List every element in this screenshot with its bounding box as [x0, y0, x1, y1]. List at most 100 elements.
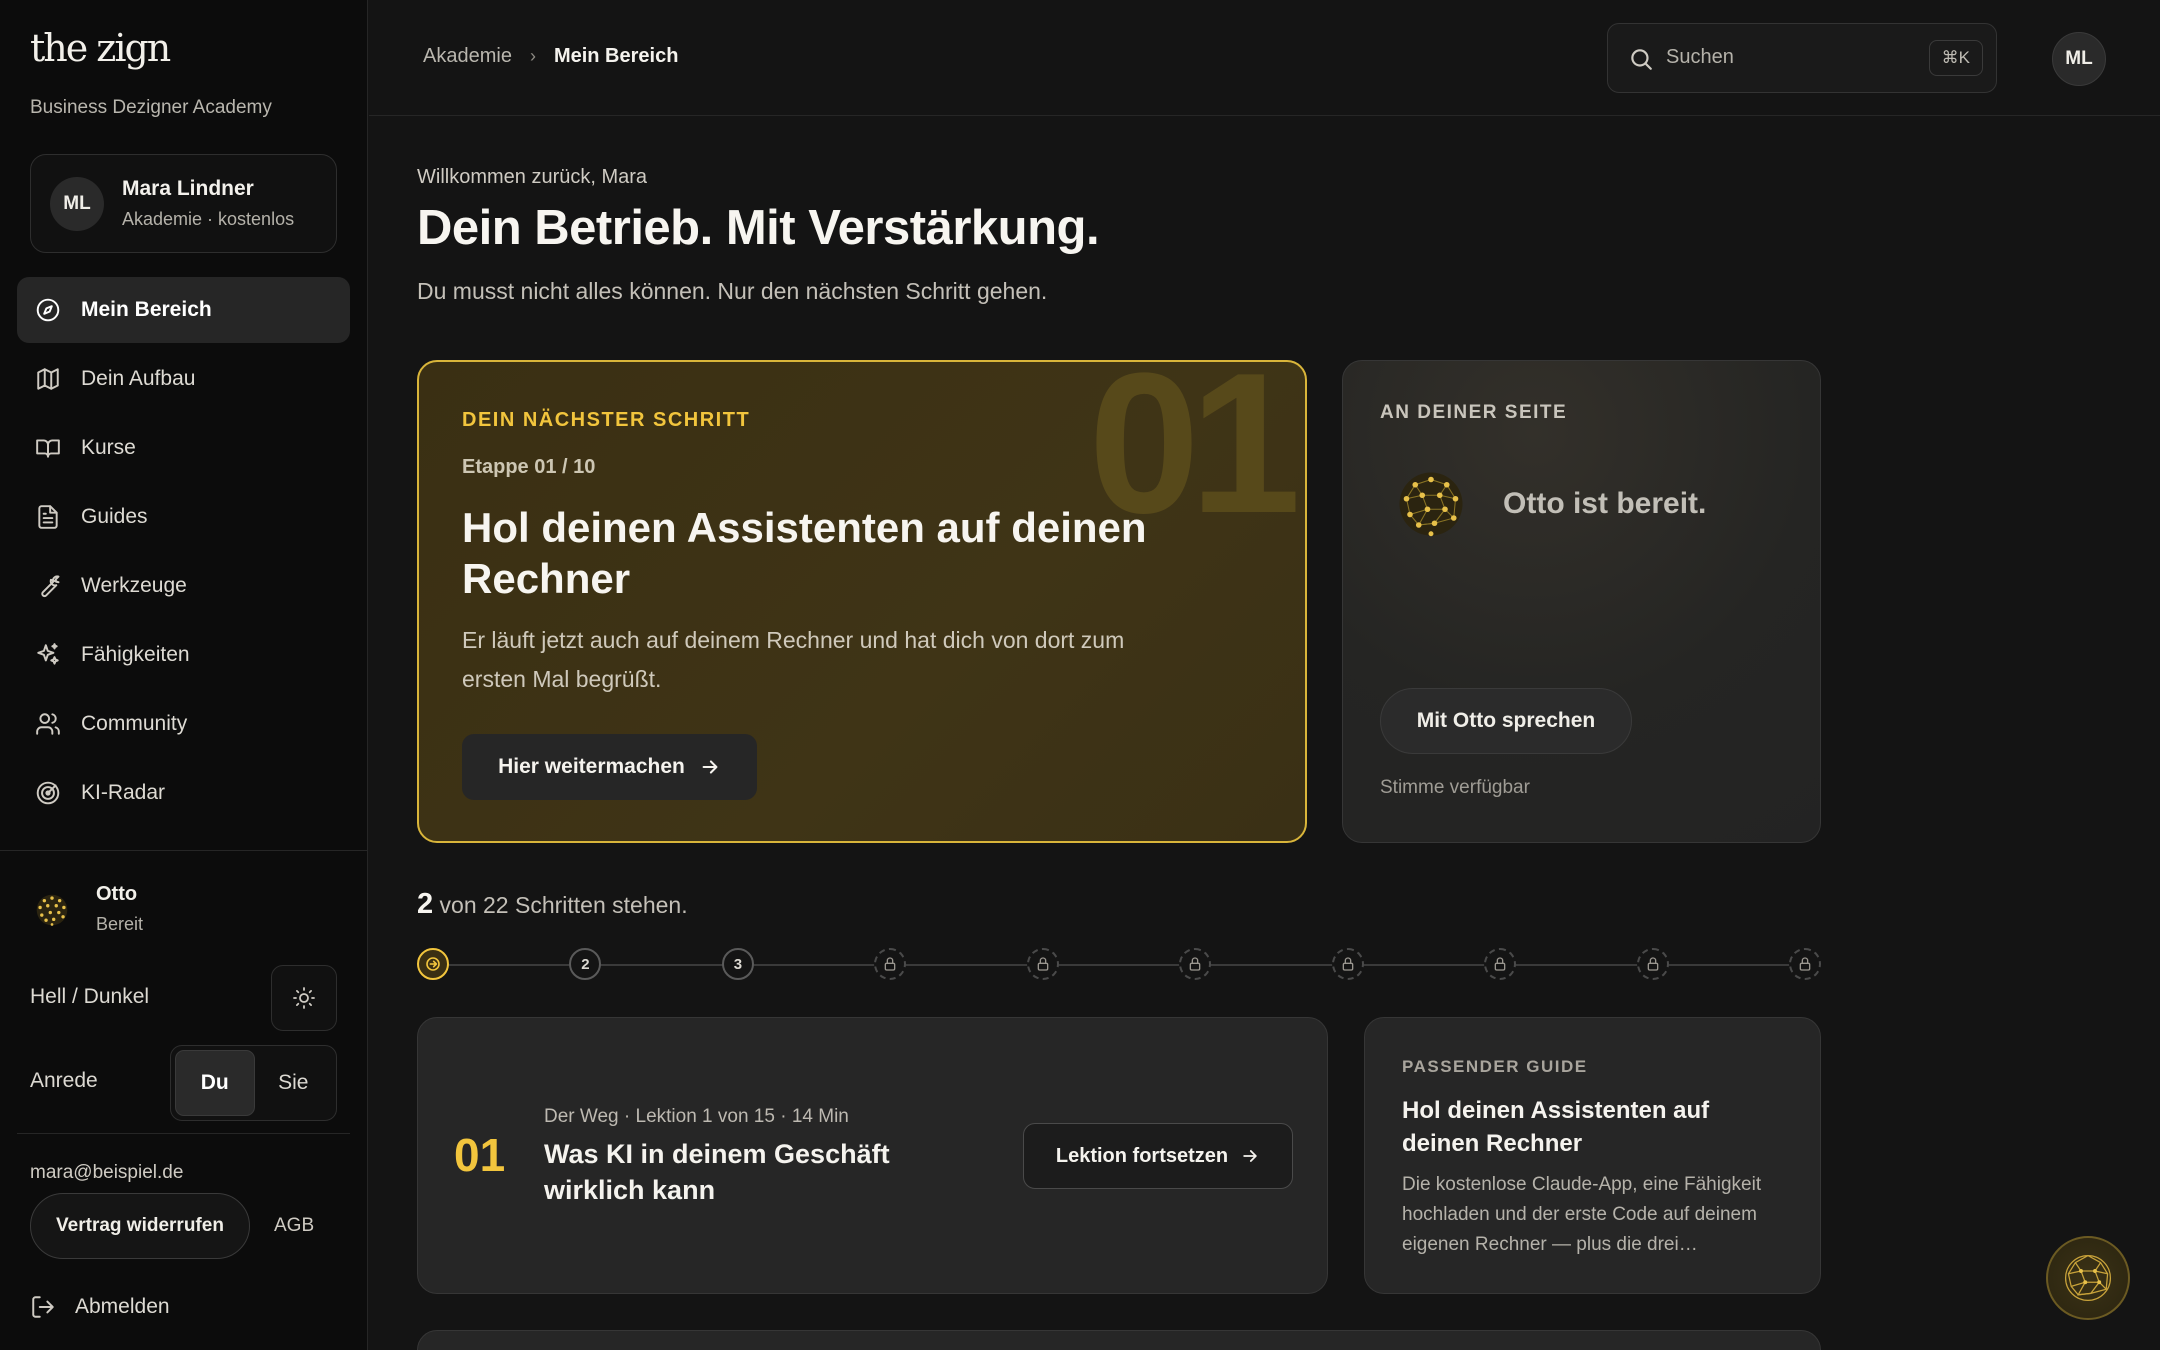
lock-icon	[884, 957, 896, 971]
avatar[interactable]: ML	[2052, 32, 2106, 86]
lesson-card: 01 Der Weg · Lektion 1 von 15 · 14 Min W…	[417, 1017, 1328, 1294]
theme-toggle-button[interactable]	[271, 965, 337, 1031]
sidebar: the zign Business Dezigner Academy ML Ma…	[0, 0, 368, 1350]
sparkles-icon	[35, 642, 61, 668]
otto-chat-button[interactable]	[2046, 1236, 2130, 1320]
user-plan: Akademie · kostenlos	[122, 209, 295, 229]
wrench-icon	[35, 573, 61, 599]
progress-text: von 22 Schritten stehen.	[439, 892, 688, 918]
guide-title: Hol deinen Assistenten auf deinen Rechne…	[1402, 1097, 1710, 1157]
assistant-card-kicker: AN DEINER SEITE	[1380, 402, 1568, 423]
progress-step-2[interactable]: 2	[569, 948, 602, 980]
lock-icon	[1647, 957, 1658, 971]
assistant-status[interactable]: Otto Bereit	[30, 881, 340, 941]
otto-orb-icon	[36, 894, 68, 926]
arrow-right-icon	[1243, 1150, 1257, 1162]
lock-icon	[1342, 957, 1353, 971]
next-step-stage: Etappe 01 / 10	[462, 456, 596, 478]
continue-lesson-label: Lektion fortsetzen	[1055, 1144, 1229, 1167]
agb-link[interactable]: AGB	[274, 1215, 314, 1237]
sidebar-item-label: KI-Radar	[81, 781, 166, 804]
radar-icon	[35, 780, 61, 806]
assistant-card: AN DEINER SEITE Otto ist bereit. Mit Ott…	[1342, 360, 1821, 843]
sidebar-item-label: Mein Bereich	[81, 298, 212, 321]
sidebar-item-community[interactable]: Community	[17, 691, 350, 757]
book-icon	[35, 435, 61, 461]
anrede-option-sie[interactable]: Sie	[255, 1050, 333, 1116]
welcome-text: Willkommen zurück, Mara	[417, 166, 648, 188]
assistant-state: Bereit	[96, 914, 144, 934]
account-email: mara@beispiel.de	[30, 1162, 184, 1183]
sun-icon	[293, 987, 315, 1009]
progress-step-8	[1484, 948, 1517, 980]
search-placeholder: Suchen	[1666, 46, 1734, 68]
brand-logo[interactable]: the zign	[30, 26, 171, 70]
guide-kicker: PASSENDER GUIDE	[1402, 1057, 1588, 1076]
sidebar-divider	[17, 1133, 350, 1134]
breadcrumb: Akademie › Mein Bereich	[423, 45, 678, 68]
sidebar-item-label: Community	[81, 712, 188, 735]
logout-label: Abmelden	[75, 1295, 170, 1318]
anrede-option-du[interactable]: Du	[175, 1050, 255, 1116]
sidebar-item-label: Kurse	[81, 436, 136, 459]
brand-tagline: Business Dezigner Academy	[30, 97, 272, 118]
progress-done-count: 2	[417, 888, 434, 920]
search-input[interactable]: Suchen ⌘K	[1607, 23, 1997, 93]
progress-step-7	[1331, 948, 1364, 980]
sidebar-item-werkzeuge[interactable]: Werkzeuge	[17, 553, 350, 619]
next-card-partial	[417, 1330, 1821, 1350]
page-subtitle: Du musst nicht alles können. Nur den näc…	[417, 278, 1048, 304]
progress-step-3[interactable]: 3	[721, 948, 754, 980]
progress-step-9	[1636, 948, 1669, 980]
document-icon	[35, 504, 61, 530]
progress-step-1[interactable]	[417, 948, 449, 980]
search-shortcut: ⌘K	[1928, 40, 1983, 76]
continue-button-label: Hier weitermachen	[498, 755, 685, 778]
continue-button[interactable]: Hier weitermachen	[462, 734, 757, 800]
lock-icon	[1037, 957, 1049, 971]
breadcrumb-akademie[interactable]: Akademie	[423, 45, 512, 68]
user-name: Mara Lindner	[122, 177, 254, 200]
voice-availability: Stimme verfügbar	[1380, 777, 1530, 798]
progress-track	[433, 964, 1803, 966]
lock-icon	[1189, 957, 1201, 971]
sidebar-item-label: Dein Aufbau	[81, 367, 196, 390]
sidebar-nav: Mein Bereich Dein Aufbau Kurse Guides We…	[17, 277, 350, 829]
sidebar-item-dein-aufbau[interactable]: Dein Aufbau	[17, 346, 350, 412]
users-icon	[35, 711, 61, 737]
topbar: Akademie › Mein Bereich Suchen ⌘K ML	[369, 0, 2160, 116]
progress-step-5	[1026, 948, 1059, 980]
lesson-number: 01	[454, 1129, 506, 1181]
logout-button[interactable]: Abmelden	[30, 1292, 170, 1322]
continue-lesson-button[interactable]: Lektion fortsetzen	[1023, 1123, 1293, 1189]
map-icon	[35, 366, 61, 392]
avatar: ML	[50, 177, 104, 231]
otto-orb-icon	[2064, 1254, 2112, 1302]
otto-orb-icon	[1399, 472, 1463, 537]
compass-icon	[35, 297, 61, 323]
theme-label: Hell / Dunkel	[30, 985, 150, 1008]
sidebar-item-label: Guides	[81, 505, 148, 528]
guide-description: Die kostenlose Claude-App, eine Fähigkei…	[1402, 1174, 1762, 1255]
next-step-card: 01 DEIN NÄCHSTER SCHRITT Etappe 01 / 10 …	[417, 360, 1307, 843]
sidebar-item-label: Werkzeuge	[81, 574, 187, 597]
user-card[interactable]: ML Mara Lindner Akademie · kostenlos	[30, 154, 337, 253]
sidebar-item-guides[interactable]: Guides	[17, 484, 350, 550]
sidebar-item-mein-bereich[interactable]: Mein Bereich	[17, 277, 350, 343]
sidebar-item-ki-radar[interactable]: KI-Radar	[17, 760, 350, 826]
anrede-toggle: Du Sie	[170, 1045, 337, 1121]
progress-step-4	[874, 948, 907, 980]
lock-icon	[1799, 957, 1811, 971]
next-step-description: Er läuft jetzt auch auf deinem Rechner u…	[462, 627, 1125, 692]
lesson-title: Was KI in deinem Geschäft wirklich kann	[544, 1139, 890, 1205]
breadcrumb-current: Mein Bereich	[553, 45, 679, 67]
revoke-contract-button[interactable]: Vertrag widerrufen	[30, 1193, 250, 1259]
talk-to-otto-button[interactable]: Mit Otto sprechen	[1380, 688, 1632, 754]
assistant-ready-text: Otto ist bereit.	[1503, 487, 1707, 520]
next-step-kicker: DEIN NÄCHSTER SCHRITT	[462, 409, 751, 431]
assistant-name: Otto	[96, 883, 138, 905]
progress-step-10	[1789, 948, 1821, 980]
sidebar-item-kurse[interactable]: Kurse	[17, 415, 350, 481]
sidebar-item-faehigkeiten[interactable]: Fähigkeiten	[17, 622, 350, 688]
guide-card[interactable]: PASSENDER GUIDE Hol deinen Assistenten a…	[1364, 1017, 1821, 1294]
